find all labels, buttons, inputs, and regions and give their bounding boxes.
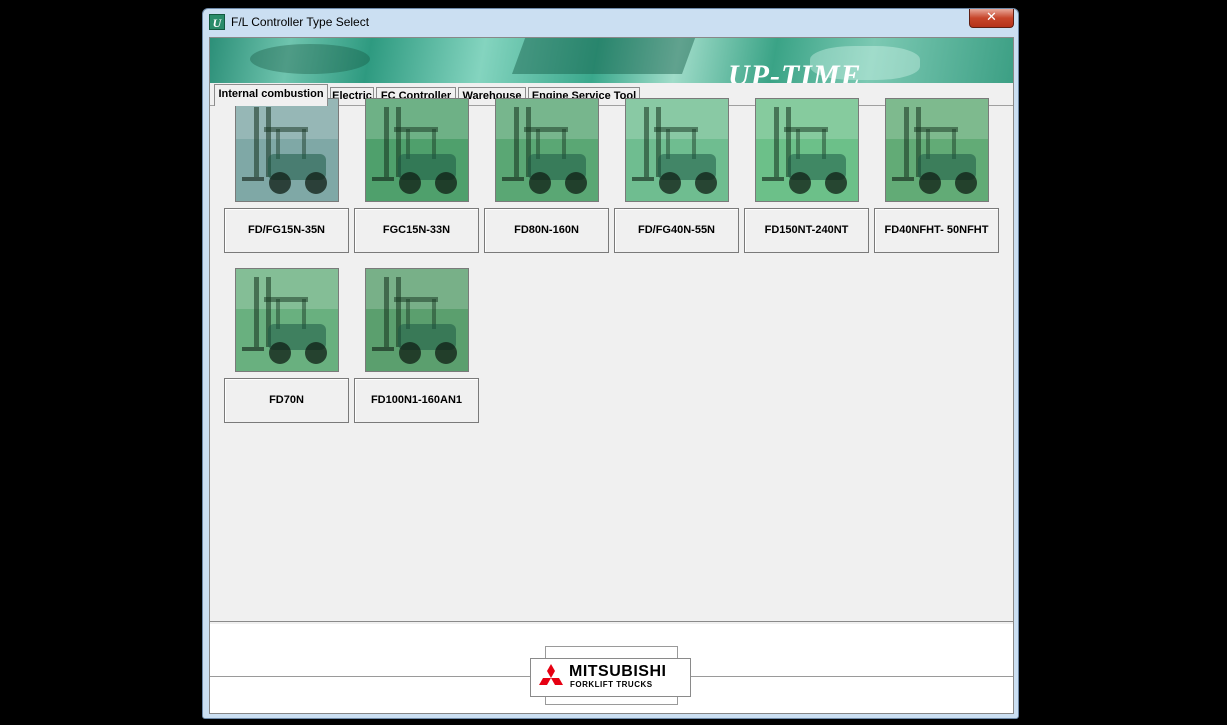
- controller-type-select-window: U F/L Controller Type Select ✕ UP-TIME I…: [202, 8, 1019, 719]
- logo-title: MITSUBISHI: [569, 663, 667, 680]
- forklift-photo-icon[interactable]: [365, 268, 469, 372]
- forklift-photo-icon[interactable]: [495, 98, 599, 202]
- tab-internal-combustion[interactable]: Internal combustion: [214, 84, 328, 106]
- close-button[interactable]: ✕: [969, 9, 1014, 28]
- logo-subtitle: FORKLIFT TRUCKS: [570, 680, 653, 689]
- model-button[interactable]: FD100N1-160AN1: [354, 378, 479, 423]
- uptime-banner: UP-TIME: [210, 38, 1013, 83]
- client-area: UP-TIME Internal combustion Electric FC …: [209, 37, 1014, 714]
- model-button[interactable]: FGC15N-33N: [354, 208, 479, 253]
- model-button[interactable]: FD40NFHT- 50NFHT: [874, 208, 999, 253]
- forklift-photo-icon[interactable]: [755, 98, 859, 202]
- window-title: F/L Controller Type Select: [231, 15, 370, 29]
- model-button[interactable]: FD/FG15N-35N: [224, 208, 349, 253]
- footer-panel: MITSUBISHI FORKLIFT TRUCKS: [210, 624, 1013, 713]
- forklift-photo-icon[interactable]: [365, 98, 469, 202]
- forklift-photo-icon[interactable]: [235, 98, 339, 202]
- title-bar[interactable]: U F/L Controller Type Select ✕: [203, 9, 1018, 36]
- forklift-photo-icon[interactable]: [885, 98, 989, 202]
- mitsubishi-logo: MITSUBISHI FORKLIFT TRUCKS: [530, 658, 691, 697]
- model-button[interactable]: FD70N: [224, 378, 349, 423]
- model-button[interactable]: FD150NT-240NT: [744, 208, 869, 253]
- model-button[interactable]: FD/FG40N-55N: [614, 208, 739, 253]
- app-u-icon: U: [209, 14, 225, 30]
- model-button[interactable]: FD80N-160N: [484, 208, 609, 253]
- forklift-photo-icon[interactable]: [625, 98, 729, 202]
- banner-text: UP-TIME: [728, 59, 862, 84]
- three-diamonds-icon: [539, 664, 563, 685]
- forklift-photo-icon[interactable]: [235, 268, 339, 372]
